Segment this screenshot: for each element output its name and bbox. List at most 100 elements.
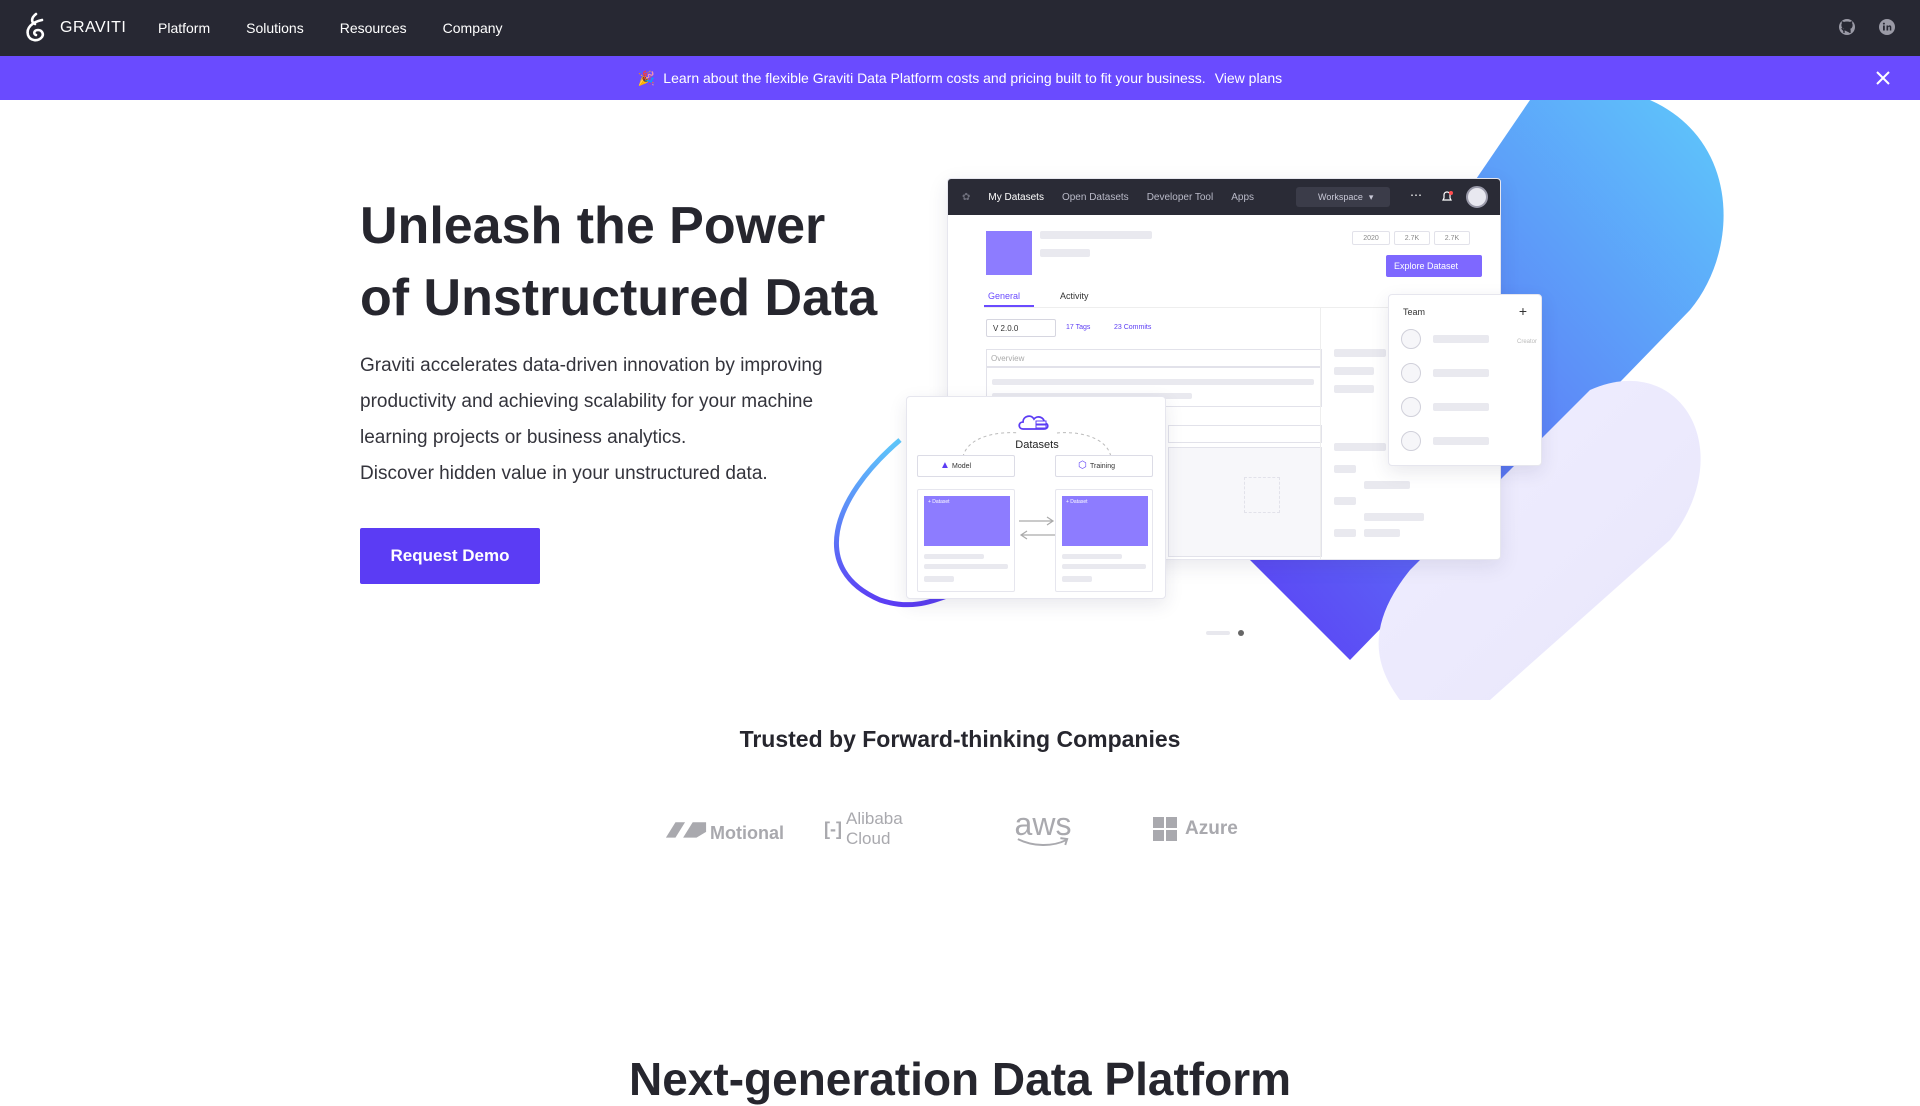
mock-member-avatar (1401, 329, 1421, 349)
mock-logo-icon: ✿ (962, 191, 971, 203)
placeholder-bar (1334, 465, 1356, 473)
placeholder-bar (1334, 349, 1386, 357)
placeholder-bar (1334, 497, 1356, 505)
mock-overview-box: Overview (986, 349, 1322, 367)
carousel-dot-1[interactable] (1206, 631, 1230, 635)
hero-desc-line-3: learning projects or business analytics. (360, 427, 687, 448)
placeholder-bar (1040, 231, 1152, 239)
cube-icon: ▲ (940, 460, 950, 471)
placeholder-bar (1364, 529, 1400, 537)
placeholder-bar (1364, 481, 1410, 489)
mock-tab-general: General (988, 291, 1021, 301)
graviti-logo-icon (26, 12, 45, 42)
placeholder-bar (1062, 564, 1146, 569)
mock-tab-my-datasets: My Datasets (988, 191, 1044, 203)
motional-logo: Motional (664, 806, 784, 852)
aws-logo: aws (1008, 806, 1078, 852)
placeholder-bar (1334, 367, 1374, 375)
hero-title: Unleash the Power of Unstructured Data (360, 190, 880, 334)
nav-item-solutions[interactable]: Solutions (246, 20, 304, 36)
chevron-down-icon: ▾ (1368, 191, 1374, 202)
mock-model-label: Model (952, 462, 972, 470)
mock-dataset-thumbnail (986, 231, 1032, 275)
azure-logo: Azure (1153, 806, 1253, 852)
placeholder-bar (992, 379, 1314, 385)
mock-dataset-card-label: + Dataset (1066, 499, 1088, 505)
view-plans-link[interactable]: View plans (1215, 70, 1282, 86)
mock-explore-dataset-button: Explore Dataset (1386, 255, 1482, 277)
placeholder-bar (924, 564, 1008, 569)
placeholder-bar (924, 554, 984, 559)
nav-item-resources[interactable]: Resources (340, 20, 407, 36)
mock-tags-count: 17 Tags (1066, 324, 1091, 331)
company-logos: Motional [-] Alibaba Cloud aws Azure (664, 806, 1244, 852)
next-section-heading: Next-generation Data Platform (628, 1053, 1291, 1105)
mock-stat-likes: 2.7K (1394, 231, 1430, 245)
mock-dataset-card-label: + Dataset (928, 499, 950, 505)
nav-item-company[interactable]: Company (443, 20, 503, 36)
motional-logo-text: Motional (710, 822, 784, 843)
github-icon[interactable] (1838, 18, 1856, 36)
mock-datasets-label: Datasets (1015, 439, 1059, 451)
trusted-heading: Trusted by Forward-thinking Companies (739, 726, 1181, 752)
plus-icon: + (1518, 303, 1527, 319)
azure-logo-text: Azure (1185, 818, 1238, 839)
brand-logo[interactable]: GRAVITI (22, 12, 126, 44)
mock-dataset-preview: + Dataset (924, 496, 1010, 546)
top-nav: GRAVITI Platform Solutions Resources Com… (0, 0, 1920, 56)
mock-annotation-box (1244, 477, 1280, 513)
mock-content-box (1168, 425, 1322, 443)
mock-stat-views: 2020 (1352, 231, 1390, 245)
mock-commits-count: 23 Commits (1114, 324, 1152, 331)
hero-description: Graviti accelerates data-driven innovati… (360, 348, 880, 492)
placeholder-bar (1433, 369, 1489, 377)
aws-logo-text: aws (1014, 806, 1072, 842)
mock-training-label: Training (1090, 462, 1116, 470)
hero-desc-line-1: Graviti accelerates data-driven innovati… (360, 355, 823, 376)
request-demo-button[interactable]: Request Demo (360, 528, 540, 584)
motional-mark-icon (665, 822, 707, 838)
hexagon-icon: ⬡ (1078, 460, 1087, 471)
placeholder-bar (1364, 513, 1424, 521)
alibaba-cloud-logo: [-] Alibaba Cloud (824, 806, 944, 852)
placeholder-bar (1433, 403, 1489, 411)
mock-member-avatar (1401, 363, 1421, 383)
mock-avatar (1466, 186, 1488, 208)
banner-text: Learn about the flexible Graviti Data Pl… (663, 70, 1206, 86)
hero-desc-line-4: Discover hidden value in your unstructur… (360, 463, 768, 484)
bell-icon (1442, 191, 1453, 201)
close-icon[interactable] (1874, 69, 1892, 87)
carousel-dot-2[interactable] (1238, 630, 1244, 636)
aws-smile-icon (1017, 837, 1069, 846)
placeholder-bar (1334, 443, 1386, 451)
mock-workspace-select: Workspace ▾ (1296, 187, 1390, 207)
mock-team-card: Team + Creator (1388, 294, 1542, 466)
placeholder-bar (1062, 576, 1092, 582)
more-icon: ⋯ (1410, 188, 1422, 202)
mock-creator-label: Creator (1517, 339, 1538, 345)
mock-dataset-card-right: + Dataset (1055, 489, 1153, 592)
placeholder-bar (1433, 437, 1489, 445)
hero-title-line-1: Unleash the Power (360, 197, 826, 255)
mock-member-avatar (1401, 397, 1421, 417)
mock-member-avatar (1401, 431, 1421, 451)
announcement-banner: 🎉 Learn about the flexible Graviti Data … (0, 56, 1920, 100)
hero-desc-line-2: productivity and achieving scalability f… (360, 391, 814, 412)
nav-item-platform[interactable]: Platform (158, 20, 210, 36)
mock-tab-activity: Activity (1060, 291, 1089, 301)
social-icons (1816, 18, 1896, 36)
placeholder-bar (924, 576, 954, 582)
placeholder-bar (1040, 249, 1090, 257)
placeholder-bar (1062, 554, 1122, 559)
placeholder-bar (1433, 335, 1489, 343)
brand-name: GRAVITI (60, 19, 127, 36)
mock-training-chip: ⬡ Training (1055, 455, 1153, 477)
linkedin-icon[interactable] (1878, 18, 1896, 36)
mock-tab-apps: Apps (1231, 191, 1255, 203)
mock-dataset-card-left: + Dataset (917, 489, 1015, 592)
mock-workspace-label: Workspace (1318, 192, 1363, 202)
mock-dataset-preview: + Dataset (1062, 496, 1148, 546)
mock-datasets-card: Datasets ▲ Model ⬡ Training + Dataset + … (906, 396, 1166, 599)
mock-version-select: V 2.0.0 (986, 319, 1056, 337)
mock-divider (1320, 307, 1321, 559)
